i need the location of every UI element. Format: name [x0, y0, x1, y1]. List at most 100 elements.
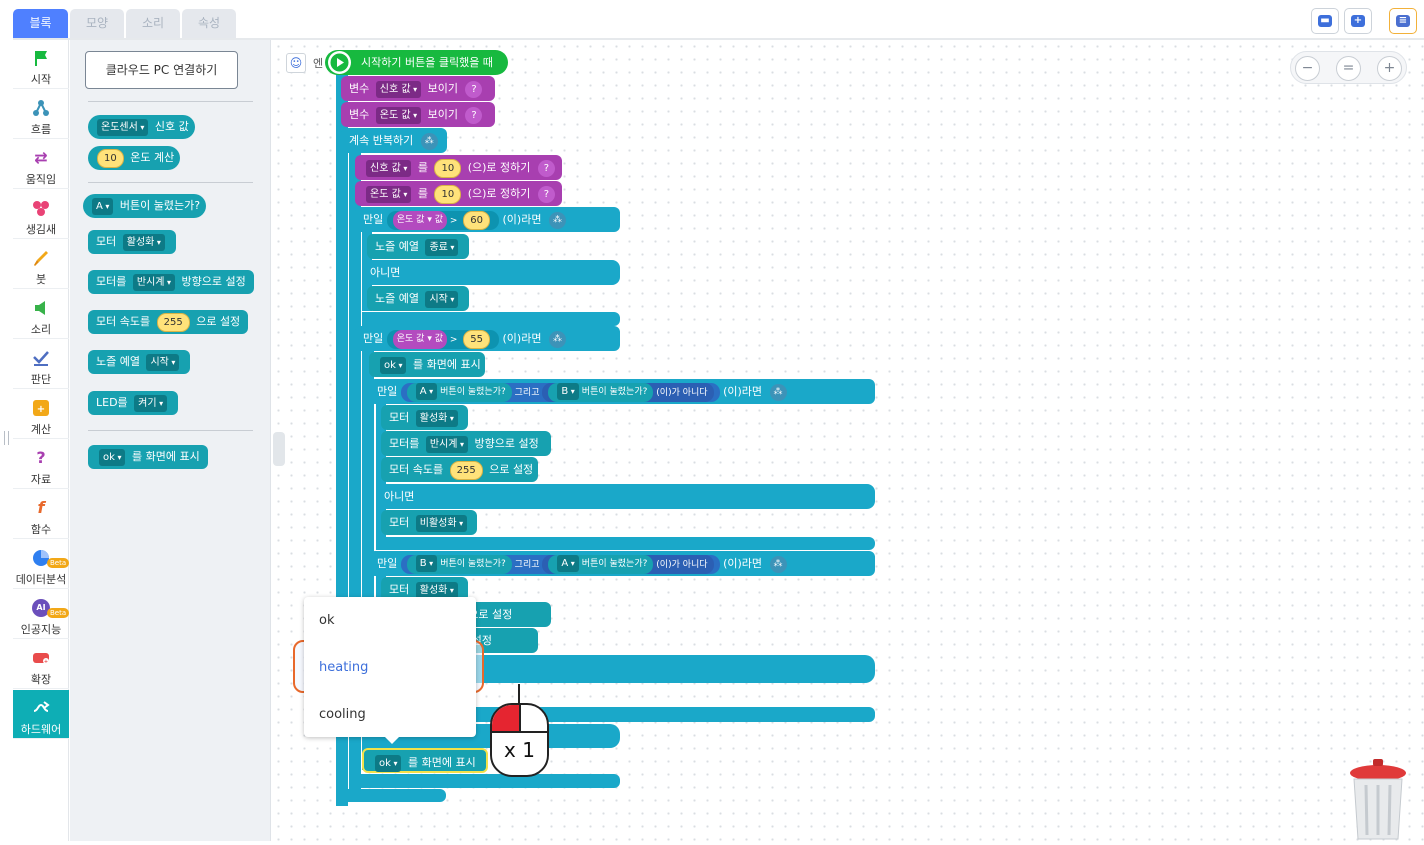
start-event-block[interactable]: 시작하기 버튼을 클릭했을 때 — [325, 50, 508, 75]
screen-text-dropdown[interactable]: ok — [99, 448, 126, 466]
number-input[interactable]: 10 — [434, 184, 462, 204]
number-input[interactable]: 10 — [434, 158, 462, 178]
direction-dropdown[interactable]: 반시계 — [425, 435, 469, 453]
if-block-temp-60[interactable]: 만일 온도 값 ▾ 값 > 60 (이)라면 ⁂ — [355, 207, 620, 232]
screen-text-dropdown[interactable]: ok — [375, 754, 402, 772]
nozzle-start-block[interactable]: 노즐 예열 시작 — [367, 286, 469, 311]
palette-play-song-block[interactable]: 노즐 예열 시작 — [88, 350, 191, 374]
category-hardware[interactable]: 하드웨어 — [13, 690, 69, 739]
song-dropdown[interactable]: 시작 — [146, 353, 180, 371]
motor-off-block[interactable]: 모터 비활성화 — [381, 510, 477, 535]
button-dropdown[interactable]: A — [557, 554, 579, 572]
dropdown-option-ok[interactable]: ok — [319, 613, 334, 628]
screen-text-dropdown[interactable]: ok — [380, 356, 407, 374]
number-input[interactable]: 10 — [97, 148, 124, 168]
zoom-in-button[interactable]: + — [1377, 56, 1402, 81]
song-dropdown[interactable]: 시작 — [425, 290, 459, 308]
dropdown-option-cooling[interactable]: cooling — [319, 707, 366, 722]
tab-blocks[interactable]: 블록 — [13, 9, 68, 38]
category-extension[interactable]: + 확장 — [13, 640, 69, 689]
temp-value-reporter[interactable]: 온도 값 ▾ 값 — [392, 329, 447, 349]
help-icon[interactable]: ? — [537, 159, 555, 177]
zoom-out-button[interactable]: − — [1295, 56, 1320, 81]
button-a-condition[interactable]: A버튼이 눌렸는가? — [406, 382, 512, 402]
tab-shapes[interactable]: 모양 — [70, 9, 124, 38]
button-dropdown[interactable]: A — [415, 382, 438, 400]
palette-show-screen-block[interactable]: ok 를 화면에 표시 — [88, 445, 208, 469]
not-condition[interactable]: B버튼이 눌렸는가? (이)가 아니다 — [542, 382, 714, 402]
motor-state-dropdown[interactable]: 비활성화 — [415, 514, 468, 532]
show-variable-block-1[interactable]: 변수 신호 값 보이기 ? — [341, 76, 495, 101]
temp-value-reporter[interactable]: 온도 값 ▾ 값 — [392, 210, 447, 230]
add-object-button[interactable]: + — [1344, 8, 1372, 34]
motor-state-dropdown[interactable]: 활성화 — [415, 581, 458, 599]
motor-speed-block[interactable]: 모터 속도를 255 으로 설정 — [381, 457, 538, 482]
category-function[interactable]: f 함수 — [13, 490, 69, 539]
category-calc[interactable]: + 계산 — [13, 390, 69, 439]
zoom-reset-button[interactable]: = — [1336, 56, 1361, 81]
palette-button-pressed-block[interactable]: A 버튼이 눌렸는가? — [83, 194, 207, 218]
song-dropdown[interactable]: 종료 — [425, 238, 459, 256]
motor-state-dropdown[interactable]: 활성화 — [122, 233, 165, 251]
set-variable-block-2[interactable]: 온도 값 를 10 (으)로 정하기 ? — [355, 181, 562, 206]
variable-dropdown[interactable]: 신호 값 — [375, 80, 422, 98]
chat-button[interactable]: ▬ — [1311, 8, 1339, 34]
category-data[interactable]: ? 자료 — [13, 440, 69, 489]
button-a-condition[interactable]: A버튼이 눌렸는가? — [548, 554, 654, 574]
category-brush[interactable]: 붓 — [13, 240, 69, 289]
and-condition[interactable]: B버튼이 눌렸는가? 그리고 A버튼이 눌렸는가? (이)가 아니다 — [400, 554, 720, 574]
variable-dropdown[interactable]: 온도 값 — [366, 185, 412, 203]
trash-icon[interactable] — [1348, 755, 1408, 841]
palette-motor-activate-block[interactable]: 모터 활성화 — [88, 230, 176, 254]
not-condition[interactable]: A버튼이 눌렸는가? (이)가 아니다 — [542, 554, 714, 574]
palette-sensor-block[interactable]: 온도센서 신호 값 — [88, 115, 195, 139]
tab-sounds[interactable]: 소리 — [126, 9, 180, 38]
button-dropdown[interactable]: B — [415, 554, 438, 572]
set-variable-block-1[interactable]: 신호 값 를 10 (으)로 정하기 ? — [355, 155, 562, 180]
object-avatar[interactable]: ☺ — [286, 53, 306, 73]
palette-resize-handle[interactable] — [273, 432, 285, 466]
if-block-a-not-b[interactable]: 만일 A버튼이 눌렸는가? 그리고 B버튼이 눌렸는가? (이)가 아니다 (이… — [369, 379, 875, 404]
led-dropdown[interactable]: 켜기 — [134, 394, 168, 412]
help-icon[interactable]: ? — [537, 185, 555, 203]
sidebar-resize-handle[interactable] — [4, 431, 9, 445]
palette-motor-speed-block[interactable]: 모터 속도를 255 으로 설정 — [88, 310, 249, 334]
category-judge[interactable]: 판단 — [13, 340, 69, 389]
button-b-condition[interactable]: B버튼이 눌렸는가? — [406, 554, 512, 574]
palette-temp-calc-block[interactable]: 10 온도 계산 — [88, 146, 181, 170]
button-b-condition[interactable]: B버튼이 눌렸는가? — [548, 382, 654, 402]
cloud-pc-connect-button[interactable]: 클라우드 PC 연결하기 — [85, 51, 238, 89]
palette-led-block[interactable]: LED를 켜기 — [88, 391, 179, 415]
variable-dropdown[interactable]: 신호 값 — [366, 159, 412, 177]
direction-dropdown[interactable]: 반시계 — [132, 273, 176, 291]
button-dropdown[interactable]: A — [92, 197, 114, 215]
show-on-screen-block[interactable]: ok 를 화면에 표시 — [369, 352, 485, 377]
compare-condition[interactable]: 온도 값 ▾ 값 > 60 — [386, 210, 500, 230]
if-block-b-not-a[interactable]: 만일 B버튼이 눌렸는가? 그리고 A버튼이 눌렸는가? (이)가 아니다 (이… — [369, 551, 875, 576]
number-input[interactable]: 255 — [156, 312, 190, 332]
category-data-analysis[interactable]: Beta 데이터분석 — [13, 540, 70, 589]
show-on-screen-block-selected[interactable]: ok 를 화면에 표시 — [362, 748, 488, 773]
tab-properties[interactable]: 속성 — [182, 9, 236, 38]
help-icon[interactable]: ? — [465, 106, 483, 124]
motor-state-dropdown[interactable]: 활성화 — [415, 409, 458, 427]
motor-direction-block[interactable]: 모터를 반시계 방향으로 설정 — [381, 431, 551, 456]
help-icon[interactable]: ? — [465, 80, 483, 98]
sensor-dropdown[interactable]: 온도센서 — [97, 118, 149, 136]
category-flow[interactable]: 흐름 — [13, 90, 69, 139]
dropdown-option-heating[interactable]: heating — [319, 660, 368, 675]
number-input[interactable]: 55 — [463, 329, 491, 349]
category-ai[interactable]: AI Beta 인공지능 — [13, 590, 70, 639]
nozzle-end-block[interactable]: 노즐 예열 종료 — [367, 234, 469, 259]
category-start[interactable]: 시작 — [13, 40, 69, 89]
palette-motor-direction-block[interactable]: 모터를 반시계 방향으로 설정 — [88, 270, 254, 294]
show-variable-block-2[interactable]: 변수 온도 값 보이기 ? — [341, 102, 495, 127]
compare-condition[interactable]: 온도 값 ▾ 값 > 55 — [386, 329, 500, 349]
button-dropdown[interactable]: B — [557, 382, 579, 400]
category-move[interactable]: ⇄ 움직임 — [13, 140, 69, 189]
variable-dropdown[interactable]: 온도 값 — [375, 106, 422, 124]
motor-on-block[interactable]: 모터 활성화 — [381, 405, 468, 430]
number-input[interactable]: 255 — [449, 460, 483, 480]
number-input[interactable]: 60 — [463, 210, 491, 230]
save-button[interactable]: ≡ — [1389, 8, 1417, 34]
